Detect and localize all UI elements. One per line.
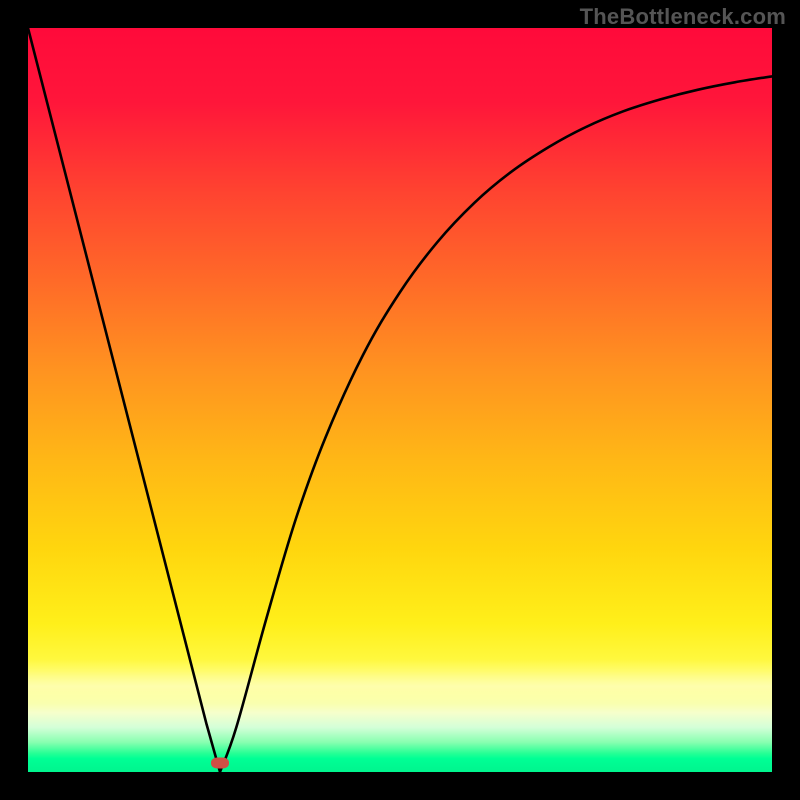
- watermark-text: TheBottleneck.com: [580, 4, 786, 30]
- minimum-marker: [211, 758, 229, 769]
- curve-svg: [28, 28, 772, 772]
- chart-frame: TheBottleneck.com: [0, 0, 800, 800]
- bottleneck-curve-path: [28, 28, 772, 772]
- plot-area: [28, 28, 772, 772]
